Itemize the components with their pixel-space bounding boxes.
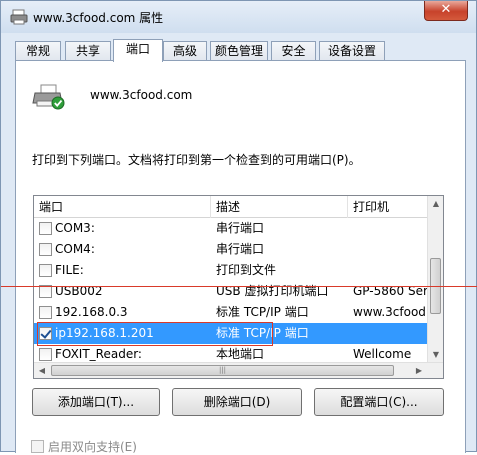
printer-default-icon	[32, 84, 65, 110]
delete-port-button[interactable]: 删除端口(D)	[172, 388, 302, 416]
tab-strip: 常规 共享 端口 高级 颜色管理 安全 设备设置	[15, 39, 465, 62]
list-item[interactable]: COM4: 串行端口	[34, 239, 429, 260]
tab-sharing[interactable]: 共享	[65, 41, 111, 61]
title-bar[interactable]: www.3cfood.com 属性 ✕	[1, 1, 476, 33]
bidirectional-support-checkbox[interactable]: 启用双向支持(E)	[31, 438, 137, 455]
tab-advanced[interactable]: 高级	[163, 41, 207, 61]
configure-port-button[interactable]: 配置端口(C)...	[314, 388, 444, 416]
port-description: USB 虚拟打印机端口	[216, 284, 329, 298]
tab-security[interactable]: 安全	[271, 41, 316, 61]
tab-color-management[interactable]: 颜色管理	[210, 41, 268, 61]
printer-icon	[10, 9, 28, 25]
scroll-down-icon[interactable]: ▼	[428, 347, 443, 363]
port-printer: www.3cfood.	[353, 305, 429, 319]
tab-device-settings[interactable]: 设备设置	[319, 41, 385, 61]
horizontal-scrollbar[interactable]: ◀ ||| ▶	[34, 362, 443, 378]
port-name: 192.168.0.3	[55, 305, 128, 319]
scroll-right-icon[interactable]: ▶	[411, 363, 427, 378]
horizontal-scroll-thumb[interactable]: |||	[51, 365, 394, 376]
port-printer	[353, 323, 429, 344]
port-description: 标准 TCP/IP 端口	[216, 305, 309, 319]
close-button[interactable]: ✕	[424, 1, 468, 21]
port-checkbox[interactable]	[39, 306, 52, 319]
tab-ports[interactable]: 端口	[113, 39, 163, 62]
port-checkbox[interactable]	[39, 222, 52, 235]
vertical-scrollbar[interactable]: ▲ ▼	[427, 196, 443, 363]
instruction-text: 打印到下列端口。文档将打印到第一个检查到的可用端口(P)。	[32, 153, 361, 167]
tab-general[interactable]: 常规	[15, 41, 61, 61]
ports-list[interactable]: 端口 描述 打印机 COM3: 串行端口 COM4: 串行端口 FILE: 打印…	[33, 195, 444, 379]
port-description: 串行端口	[216, 242, 265, 256]
column-header-description[interactable]: 描述	[211, 196, 348, 218]
port-printer	[353, 218, 429, 239]
port-printer	[353, 239, 429, 260]
printer-name: www.3cfood.com	[90, 88, 193, 102]
port-checkbox[interactable]	[39, 264, 52, 277]
port-checkbox[interactable]	[39, 348, 52, 361]
port-name: COM3:	[55, 221, 95, 235]
scroll-left-icon[interactable]: ◀	[34, 363, 50, 378]
list-item[interactable]: FILE: 打印到文件	[34, 260, 429, 281]
add-port-button[interactable]: 添加端口(T)...	[32, 388, 160, 416]
list-item[interactable]: 192.168.0.3 标准 TCP/IP 端口 www.3cfood.	[34, 302, 429, 323]
port-checkbox[interactable]	[39, 243, 52, 256]
checkbox-icon[interactable]	[31, 440, 44, 453]
scroll-up-icon[interactable]: ▲	[428, 196, 443, 212]
list-header: 端口 描述 打印机	[34, 196, 429, 218]
column-header-port[interactable]: 端口	[34, 196, 211, 218]
properties-window: www.3cfood.com 属性 ✕ 常规 共享 端口 高级 颜色管理 安全 …	[0, 0, 477, 455]
annotation-box	[37, 322, 273, 346]
port-description: 打印到文件	[216, 263, 277, 277]
list-item[interactable]: COM3: 串行端口	[34, 218, 429, 239]
port-name: FILE:	[55, 263, 84, 277]
list-item[interactable]: USB002 USB 虚拟打印机端口 GP-5860 Ser	[34, 281, 429, 302]
annotation-line	[1, 286, 477, 287]
port-printer	[353, 260, 429, 281]
port-printer: GP-5860 Ser	[353, 284, 428, 298]
column-header-printer[interactable]: 打印机	[348, 196, 429, 218]
port-description: 串行端口	[216, 221, 265, 235]
port-name: COM4:	[55, 242, 95, 256]
close-icon: ✕	[440, 2, 452, 17]
port-name: USB002	[55, 284, 103, 298]
window-title: www.3cfood.com 属性	[33, 11, 164, 25]
